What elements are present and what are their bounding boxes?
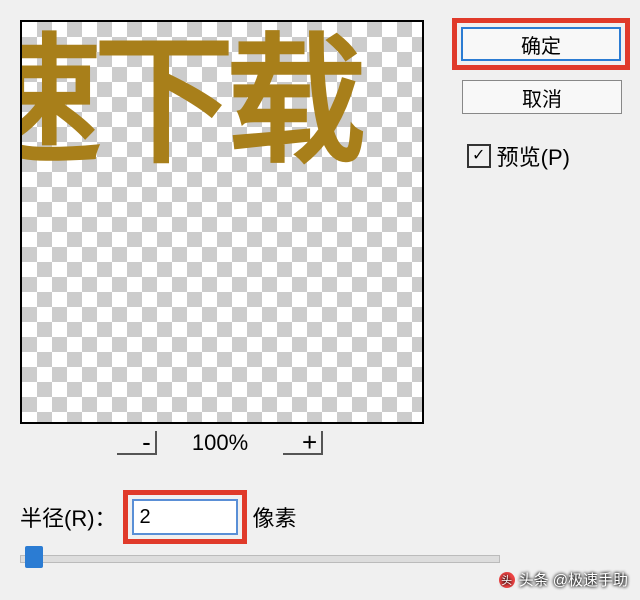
zoom-out-button[interactable]: - [117, 431, 157, 455]
watermark-text: 头条 @极速手助 [519, 569, 628, 590]
zoom-in-button[interactable]: + [283, 431, 323, 455]
ok-button-highlight: 确定 [452, 18, 630, 70]
radius-label: 半径(R)： [20, 501, 117, 533]
cancel-button[interactable]: 取消 [462, 80, 622, 114]
ok-button[interactable]: 确定 [461, 27, 621, 61]
slider-thumb[interactable] [25, 546, 43, 568]
preview-checkbox[interactable]: ✓ [467, 144, 491, 168]
radius-unit: 像素 [253, 501, 297, 533]
slider-track [20, 555, 500, 563]
radius-input-highlight [123, 490, 247, 544]
preview-checkbox-row[interactable]: ✓ 预览(P) [467, 140, 570, 172]
watermark-icon: 头 [499, 572, 515, 588]
watermark: 头 头条 @极速手助 [499, 569, 628, 590]
radius-input[interactable] [132, 499, 238, 535]
preview-canvas[interactable]: 速下载 [20, 20, 424, 424]
radius-row: 半径(R)： 像素 [20, 490, 297, 544]
zoom-controls: - 100% + [20, 430, 420, 456]
preview-checkbox-label: 预览(P) [497, 140, 570, 172]
zoom-level: 100% [192, 430, 248, 456]
preview-sample-text: 速下载 [20, 32, 422, 172]
radius-slider[interactable] [20, 555, 500, 563]
